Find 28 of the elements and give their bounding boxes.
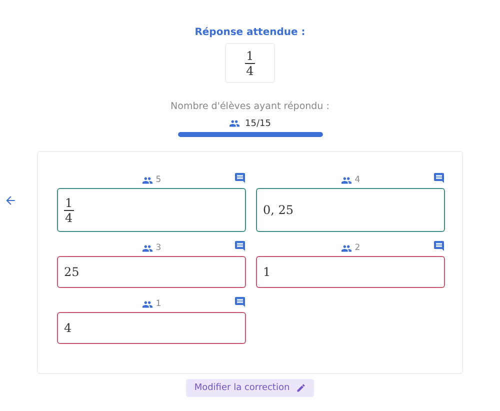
student-count: 5	[156, 175, 162, 185]
people-icon	[142, 174, 153, 186]
answer-text: 0, 25	[263, 203, 294, 217]
answer-text: 25	[64, 265, 80, 279]
expected-answer-title: Réponse attendue :	[194, 27, 306, 38]
student-count: 3	[156, 243, 162, 253]
people-icon	[340, 174, 352, 186]
back-arrow-icon[interactable]	[4, 194, 17, 207]
comment-icon[interactable]	[234, 296, 246, 308]
people-icon	[142, 242, 153, 254]
comment-icon[interactable]	[234, 172, 246, 184]
comment-icon[interactable]	[433, 240, 445, 252]
people-icon	[229, 118, 240, 129]
pencil-icon	[296, 383, 306, 393]
edit-correction-button[interactable]: Modifier la correction	[186, 379, 314, 397]
comment-icon[interactable]	[433, 172, 445, 184]
fraction: 1 4	[64, 196, 74, 224]
student-count: 4	[354, 175, 360, 185]
answer-text: 1	[263, 265, 271, 279]
people-icon	[340, 242, 352, 254]
responses-label: Nombre d'élèves ayant répondu :	[170, 101, 330, 112]
responses-count: 15/15	[245, 118, 271, 128]
student-count: 1	[156, 299, 162, 309]
student-count: 2	[354, 243, 360, 253]
fraction: 1 4	[245, 48, 255, 78]
people-icon	[142, 298, 153, 310]
answer-text: 4	[64, 321, 72, 335]
comment-icon[interactable]	[234, 240, 246, 252]
